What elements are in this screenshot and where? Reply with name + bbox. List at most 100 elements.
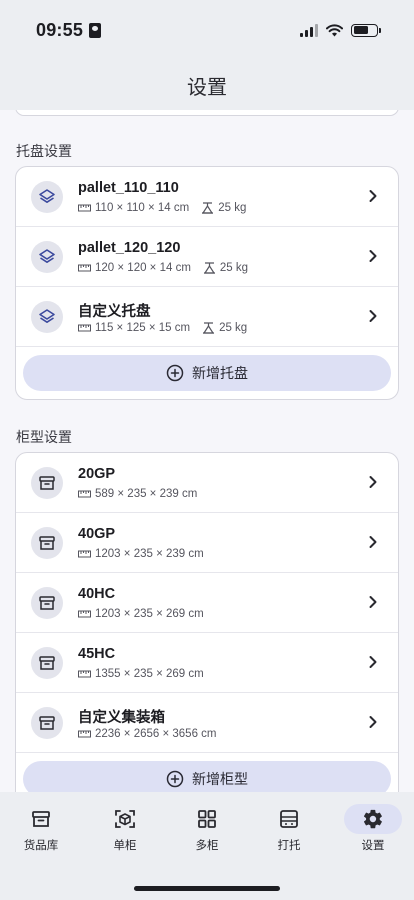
pallet-name: 自定义托盘 (78, 304, 151, 320)
scale-icon (202, 202, 214, 214)
ruler-icon (78, 550, 91, 558)
container-name: 20GP (78, 466, 116, 482)
container-section-label: 柜型设置 (16, 429, 72, 445)
container-row[interactable]: 20GP 589 × 235 × 239 cm (16, 453, 398, 513)
archive-icon (31, 587, 63, 619)
pallet-meta: 115 × 125 × 15 cm 25 kg (78, 322, 247, 334)
pallet-row[interactable]: pallet_120_120 120 × 120 × 14 cm 25 kg (16, 227, 398, 287)
layers-icon (31, 181, 63, 213)
grid-icon (178, 804, 236, 834)
container-meta: 2236 × 2656 × 3656 cm (78, 728, 217, 740)
chevron-right-icon (369, 656, 377, 668)
archive-icon (31, 527, 63, 559)
add-pallet-label: 新增托盘 (192, 365, 248, 381)
nav-header: 设置 (0, 60, 414, 110)
archive-icon (31, 647, 63, 679)
layers-icon (31, 301, 63, 333)
cellular-signal-icon (300, 23, 318, 37)
ruler-icon (78, 610, 91, 618)
pallet-meta: 110 × 110 × 14 cm 25 kg (78, 202, 246, 214)
pallet-meta: 120 × 120 × 14 cm 25 kg (78, 262, 248, 274)
gear-icon (344, 804, 402, 834)
chevron-right-icon (369, 596, 377, 608)
settings-scroll-area[interactable]: 托盘设置 pallet_110_110 110 × 110 × 14 cm 25… (0, 110, 414, 792)
container-name: 40HC (78, 586, 116, 602)
pallet-row[interactable]: 自定义托盘 115 × 125 × 15 cm 25 kg (16, 287, 398, 347)
pallet-weight: 25 kg (219, 262, 249, 274)
add-container-button[interactable]: 新增柜型 (23, 761, 391, 792)
container-row[interactable]: 自定义集装箱 2236 × 2656 × 3656 cm (16, 693, 398, 753)
id-card-icon (89, 22, 102, 38)
pallet-stack-icon (260, 804, 318, 834)
container-row[interactable]: 40GP 1203 × 235 × 239 cm (16, 513, 398, 573)
status-bar: 09:55 (0, 0, 414, 60)
tab-label: 货品库 (23, 840, 59, 852)
container-dims: 1203 × 235 × 239 cm (95, 548, 204, 560)
pallet-section-label: 托盘设置 (16, 143, 72, 159)
cube-scan-icon (96, 804, 154, 834)
container-meta: 1203 × 235 × 239 cm (78, 548, 204, 560)
container-dims: 2236 × 2656 × 3656 cm (95, 728, 217, 740)
tab-label: 单柜 (113, 840, 137, 852)
pallet-dims: 110 × 110 × 14 cm (95, 202, 190, 214)
pallet-name: pallet_110_110 (78, 180, 179, 196)
container-meta: 1355 × 235 × 269 cm (78, 668, 204, 680)
archive-icon (31, 467, 63, 499)
container-name: 40GP (78, 526, 116, 542)
tab-settings[interactable]: 设置 (342, 804, 404, 854)
tab-inventory[interactable]: 货品库 (10, 804, 72, 854)
tab-single-container[interactable]: 单柜 (94, 804, 156, 854)
scale-icon (203, 262, 216, 274)
ruler-icon (78, 204, 91, 212)
ruler-icon (78, 264, 91, 272)
archive-icon (31, 707, 63, 739)
status-time: 09:55 (36, 19, 102, 41)
chevron-right-icon (369, 310, 377, 322)
tab-multi-container[interactable]: 多柜 (176, 804, 238, 854)
battery-icon (351, 23, 381, 37)
wifi-icon (326, 23, 343, 36)
previous-card-edge (15, 110, 399, 116)
plus-circle-icon (166, 770, 184, 788)
pallet-weight: 25 kg (219, 322, 248, 334)
container-dims: 1203 × 235 × 269 cm (95, 608, 204, 620)
pallet-weight: 25 kg (218, 202, 247, 214)
ruler-icon (78, 730, 91, 738)
chevron-right-icon (369, 190, 377, 202)
pallet-row[interactable]: pallet_110_110 110 × 110 × 14 cm 25 kg (16, 167, 398, 227)
add-pallet-button[interactable]: 新增托盘 (23, 355, 391, 391)
container-row[interactable]: 45HC 1355 × 235 × 269 cm (16, 633, 398, 693)
plus-circle-icon (166, 364, 184, 382)
pallet-dims: 120 × 120 × 14 cm (95, 262, 191, 274)
container-card: 20GP 589 × 235 × 239 cm 40GP 1203 × 235 … (15, 452, 399, 792)
page-title: 设置 (187, 76, 227, 99)
container-name: 自定义集装箱 (78, 710, 165, 726)
container-name: 45HC (78, 646, 116, 662)
tab-label: 打托 (277, 840, 301, 852)
pallet-dims: 115 × 125 × 15 cm (95, 322, 191, 334)
container-row[interactable]: 40HC 1203 × 235 × 269 cm (16, 573, 398, 633)
add-container-label: 新增柜型 (192, 771, 248, 787)
container-meta: 589 × 235 × 239 cm (78, 488, 197, 500)
scale-icon (202, 322, 215, 334)
chevron-right-icon (369, 250, 377, 262)
tab-palletize[interactable]: 打托 (258, 804, 320, 854)
home-indicator (134, 886, 280, 891)
pallet-name: pallet_120_120 (78, 240, 181, 256)
ruler-icon (78, 324, 91, 332)
status-icons (300, 23, 381, 37)
tab-label: 多柜 (195, 840, 219, 852)
tab-label: 设置 (361, 840, 385, 852)
container-dims: 589 × 235 × 239 cm (95, 488, 198, 500)
layers-icon (31, 241, 63, 273)
ruler-icon (78, 490, 91, 498)
archive-icon (12, 804, 70, 834)
chevron-right-icon (369, 476, 377, 488)
chevron-right-icon (369, 716, 377, 728)
pallet-card: pallet_110_110 110 × 110 × 14 cm 25 kg p… (15, 166, 399, 400)
bottom-tab-bar: 货品库 单柜 多柜 打托 设置 (0, 792, 414, 900)
chevron-right-icon (369, 536, 377, 548)
container-meta: 1203 × 235 × 269 cm (78, 608, 204, 620)
container-dims: 1355 × 235 × 269 cm (95, 668, 204, 680)
status-time-text: 09:55 (36, 19, 84, 40)
